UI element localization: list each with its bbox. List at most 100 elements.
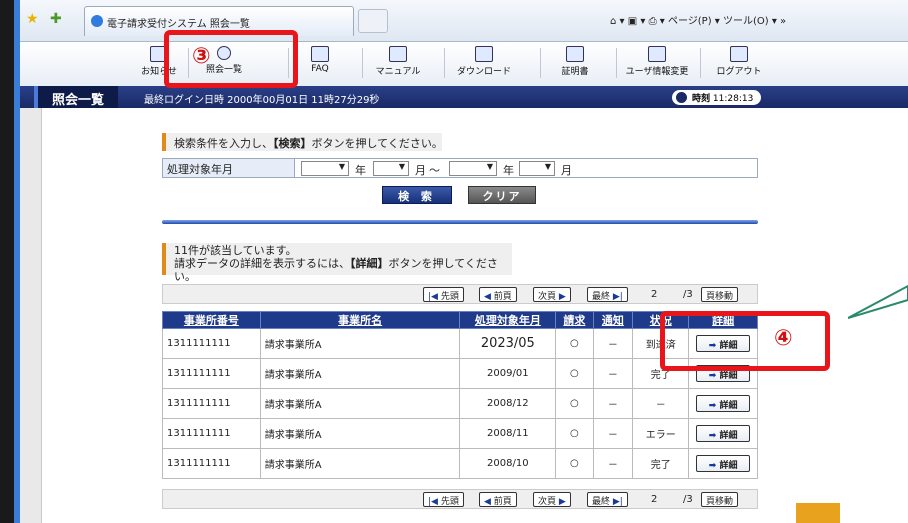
prev-page-button[interactable]: ◀ 前頁	[479, 287, 517, 302]
nav-label: ダウンロード	[456, 67, 511, 77]
to-month-select[interactable]: ▼	[519, 161, 555, 176]
pager-label: 前頁	[493, 497, 512, 507]
step3-highlight	[164, 30, 298, 88]
office-name-cell: 請求事業所A	[259, 418, 461, 449]
window-edge	[0, 0, 14, 523]
notice-cell: －	[592, 418, 634, 449]
notice-cell: －	[592, 388, 634, 419]
from-year-select[interactable]: ▼	[301, 161, 349, 176]
period-cell: 2023/05	[459, 328, 557, 359]
nav-certificate[interactable]: 証明書	[548, 44, 602, 84]
range-separator: ～	[429, 164, 440, 177]
office-number-cell: 1311111111	[162, 448, 261, 479]
office-number-cell: 1311111111	[162, 418, 261, 449]
instr-bold: 【詳細】	[350, 257, 389, 270]
search-label: 処理対象年月	[163, 159, 295, 177]
office-number-cell: 1311111111	[162, 388, 261, 419]
first-page-button[interactable]: |◀ 先頭	[423, 287, 464, 302]
pager-label: 最終	[592, 497, 611, 507]
page-tools-menu[interactable]: ページ(P) ▾ ツール(O) ▾ »	[668, 16, 786, 27]
detail-label: 詳細	[719, 401, 738, 411]
detail-cell[interactable]: ➡ 詳細	[688, 418, 758, 449]
col-header[interactable]: 事業所名	[259, 311, 461, 329]
claim-cell: ○	[555, 328, 594, 359]
detail-cell[interactable]: ➡ 詳細	[688, 388, 758, 419]
page-title-bar: 照会一覧 最終ログイン日時 2000年00月01日 11時27分29秒 時刻 1…	[20, 86, 908, 108]
logout-icon	[730, 46, 748, 62]
nav-user-info[interactable]: ユーザ情報変更	[622, 44, 692, 84]
total-pages: /3	[683, 494, 693, 505]
col-header[interactable]: 請求	[555, 311, 594, 329]
next-page-button[interactable]: 次頁 ▶	[533, 287, 571, 302]
instr-text: ボタンを押してください。	[311, 137, 443, 150]
nav-label: 証明書	[561, 67, 589, 77]
nav-label: マニュアル	[375, 67, 421, 77]
jump-page-button[interactable]: 頁移動	[701, 287, 739, 302]
detail-cell[interactable]: ➡ 詳細	[688, 448, 758, 479]
arrow-right-icon: ➡	[708, 431, 720, 441]
last-page-button[interactable]: 最終 ▶|	[587, 492, 628, 507]
prev-page-button[interactable]: ◀ 前頁	[479, 492, 517, 507]
claim-cell: ○	[555, 358, 594, 389]
search-row: 処理対象年月 ▼ 年 ▼ 月 ～ ▼ 年 ▼ 月	[162, 158, 758, 178]
nav-download[interactable]: ダウンロード	[452, 44, 516, 84]
detail-label: 詳細	[719, 461, 738, 471]
office-name-cell: 請求事業所A	[259, 358, 461, 389]
office-name-cell: 請求事業所A	[259, 328, 461, 359]
detail-button[interactable]: ➡ 詳細	[696, 395, 751, 412]
step4-highlight	[660, 311, 830, 371]
detail-button[interactable]: ➡ 詳細	[696, 455, 751, 472]
nav-label: FAQ	[311, 64, 329, 74]
col-header[interactable]: 通知	[592, 311, 634, 329]
tab-title: 電子請求受付システム 照会一覧	[107, 19, 250, 30]
next-page-button[interactable]: 次頁 ▶	[533, 492, 571, 507]
office-number-cell: 1311111111	[162, 358, 261, 389]
search-instruction: 検索条件を入力し、【検索】ボタンを押してください。	[162, 133, 443, 151]
current-page: 2	[651, 494, 658, 505]
print-icon[interactable]: ⎙	[649, 16, 657, 27]
clock-icon	[676, 92, 687, 103]
unit-year: 年	[355, 164, 366, 177]
faq-icon	[311, 46, 329, 62]
last-page-button[interactable]: 最終 ▶|	[587, 287, 628, 302]
table-row: 1311111111 請求事業所A 2008/10 ○ －完了 ➡ 詳細	[162, 448, 758, 479]
manual-icon	[389, 46, 407, 62]
col-header[interactable]: 事業所番号	[162, 311, 261, 329]
browser-tools[interactable]: ⌂ ▾ ▣ ▾ ⎙ ▾ ページ(P) ▾ ツール(O) ▾ »	[610, 12, 786, 27]
nav-faq[interactable]: FAQ	[298, 44, 342, 84]
period-cell: 2009/01	[459, 358, 557, 389]
nav-separator	[540, 48, 541, 78]
left-frame	[20, 108, 42, 523]
first-page-button[interactable]: |◀ 先頭	[423, 492, 464, 507]
instr-bold: 【検索】	[273, 137, 312, 150]
detail-label: 詳細	[719, 371, 738, 381]
jump-page-button[interactable]: 頁移動	[701, 492, 739, 507]
add-favorites-icon[interactable]: ✚	[50, 11, 62, 27]
ie-logo-icon	[91, 15, 103, 27]
clear-button[interactable]: クリア	[468, 186, 536, 204]
pager-top: |◀ 先頭 ◀ 前頁 次頁 ▶ 最終 ▶| 2 /3 頁移動	[162, 284, 758, 304]
pager-label: 次頁	[538, 497, 557, 507]
nav-logout[interactable]: ログアウト	[710, 44, 768, 84]
clock-badge: 時刻 11:28:13	[672, 90, 762, 105]
pager-label: 先頭	[440, 497, 459, 507]
detail-button[interactable]: ➡ 詳細	[696, 425, 751, 442]
claim-cell: ○	[555, 448, 594, 479]
search-button[interactable]: 検 索	[382, 186, 452, 204]
to-year-select[interactable]: ▼	[449, 161, 497, 176]
from-month-select[interactable]: ▼	[373, 161, 409, 176]
clock-value: 11:28:13	[712, 94, 754, 104]
new-tab-button[interactable]	[358, 9, 388, 33]
clock-label: 時刻	[692, 94, 711, 104]
col-header[interactable]: 処理対象年月	[459, 311, 557, 329]
home-icon[interactable]: ⌂	[610, 16, 616, 27]
claim-cell: ○	[555, 388, 594, 419]
nav-manual[interactable]: マニュアル	[370, 44, 426, 84]
office-name-cell: 請求事業所A	[259, 388, 461, 419]
notice-cell: －	[592, 358, 634, 389]
result-instruction: 請求データの詳細を表示するには、【詳細】ボタンを押してください。	[174, 257, 504, 283]
pager-label: 先頭	[440, 292, 459, 302]
favorites-star-icon[interactable]: ★	[26, 11, 39, 27]
feeds-icon[interactable]: ▣	[628, 16, 637, 27]
status-cell: 完了	[632, 448, 690, 479]
